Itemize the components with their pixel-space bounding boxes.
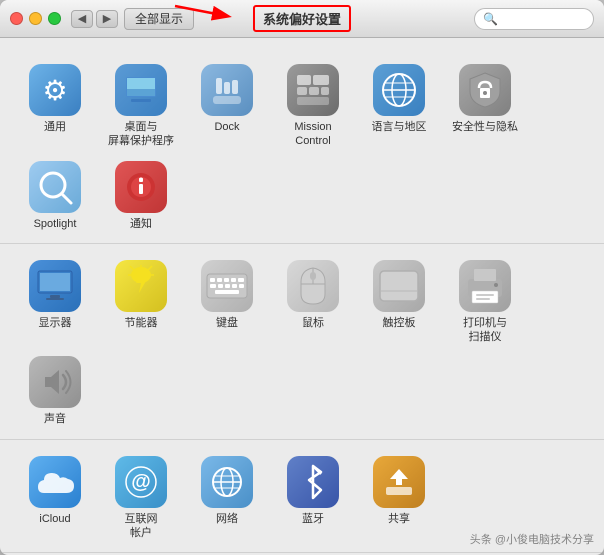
keyboard-label: 键盘 [216, 316, 238, 330]
network-icon [201, 456, 253, 508]
mouse-icon [287, 260, 339, 312]
general-label: 通用 [44, 120, 66, 134]
section-internet: iCloud @ 互联网帐户 [0, 440, 604, 554]
pref-display[interactable]: 显示器 [12, 252, 98, 349]
svg-text:@: @ [131, 471, 151, 493]
spotlight-icon [29, 161, 81, 213]
security-label: 安全性与隐私 [452, 120, 518, 134]
network-label: 网络 [216, 512, 238, 526]
pref-internet[interactable]: @ 互联网帐户 [98, 448, 184, 545]
pref-security[interactable]: 安全性与隐私 [442, 56, 528, 153]
mission-label: MissionControl [294, 120, 331, 149]
pref-sharing[interactable]: 共享 [356, 448, 442, 545]
dock-label: Dock [214, 120, 239, 134]
trackpad-icon [373, 260, 425, 312]
pref-energy[interactable]: 节能器 [98, 252, 184, 349]
back-button[interactable]: ◀ [71, 10, 93, 28]
bluetooth-icon [287, 456, 339, 508]
pref-print[interactable]: 打印机与扫描仪 [442, 252, 528, 349]
content-area: ⚙ 通用 桌面与屏幕保护程序 [0, 38, 604, 555]
show-all-button[interactable]: 全部显示 [124, 8, 194, 30]
energy-label: 节能器 [125, 316, 158, 330]
sharing-icon [373, 456, 425, 508]
pref-language[interactable]: 语言与地区 [356, 56, 442, 153]
personal-grid: ⚙ 通用 桌面与屏幕保护程序 [12, 56, 592, 235]
pref-desktop[interactable]: 桌面与屏幕保护程序 [98, 56, 184, 153]
system-preferences-window: ◀ ▶ 全部显示 系统偏好设置 🔍 ⚙ 通用 [0, 0, 604, 555]
search-icon: 🔍 [483, 12, 498, 26]
section-hardware: 显示器 节能器 [0, 244, 604, 440]
pref-keyboard[interactable]: 键盘 [184, 252, 270, 349]
pref-icloud[interactable]: iCloud [12, 448, 98, 545]
desktop-icon [115, 64, 167, 116]
icloud-label: iCloud [39, 512, 70, 526]
mission-icon [287, 64, 339, 116]
internet-label: 互联网帐户 [125, 512, 158, 541]
general-icon: ⚙ [29, 64, 81, 116]
pref-spotlight[interactable]: Spotlight [12, 153, 98, 235]
pref-dock[interactable]: Dock [184, 56, 270, 153]
notify-icon [115, 161, 167, 213]
dock-icon [201, 64, 253, 116]
titlebar: ◀ ▶ 全部显示 系统偏好设置 🔍 [0, 0, 604, 38]
nav-buttons: ◀ ▶ [71, 10, 118, 28]
print-icon [459, 260, 511, 312]
trackpad-label: 触控板 [383, 316, 416, 330]
window-title: 系统偏好设置 [253, 5, 351, 32]
notify-label: 通知 [130, 217, 152, 231]
energy-icon [115, 260, 167, 312]
sharing-label: 共享 [388, 512, 410, 526]
forward-button[interactable]: ▶ [96, 10, 118, 28]
pref-general[interactable]: ⚙ 通用 [12, 56, 98, 153]
search-box[interactable]: 🔍 [474, 8, 594, 30]
pref-sound[interactable]: 声音 [12, 348, 98, 430]
sound-icon [29, 356, 81, 408]
desktop-label: 桌面与屏幕保护程序 [108, 120, 174, 149]
print-label: 打印机与扫描仪 [463, 316, 507, 345]
hardware-grid: 显示器 节能器 [12, 252, 592, 431]
spotlight-label: Spotlight [34, 217, 77, 231]
bluetooth-label: 蓝牙 [302, 512, 324, 526]
close-button[interactable] [10, 12, 23, 25]
pref-trackpad[interactable]: 触控板 [356, 252, 442, 349]
maximize-button[interactable] [48, 12, 61, 25]
traffic-lights [10, 12, 61, 25]
mouse-label: 鼠标 [302, 316, 324, 330]
security-icon [459, 64, 511, 116]
minimize-button[interactable] [29, 12, 42, 25]
internet-icon: @ [115, 456, 167, 508]
keyboard-icon [201, 260, 253, 312]
language-icon [373, 64, 425, 116]
pref-notify[interactable]: 通知 [98, 153, 184, 235]
internet-grid: iCloud @ 互联网帐户 [12, 448, 592, 545]
icloud-icon [29, 456, 81, 508]
pref-mouse[interactable]: 鼠标 [270, 252, 356, 349]
pref-mission[interactable]: MissionControl [270, 56, 356, 153]
display-label: 显示器 [39, 316, 72, 330]
section-personal: ⚙ 通用 桌面与屏幕保护程序 [0, 48, 604, 244]
language-label: 语言与地区 [372, 120, 427, 134]
pref-bluetooth[interactable]: 蓝牙 [270, 448, 356, 545]
display-icon [29, 260, 81, 312]
pref-network[interactable]: 网络 [184, 448, 270, 545]
sound-label: 声音 [44, 412, 66, 426]
